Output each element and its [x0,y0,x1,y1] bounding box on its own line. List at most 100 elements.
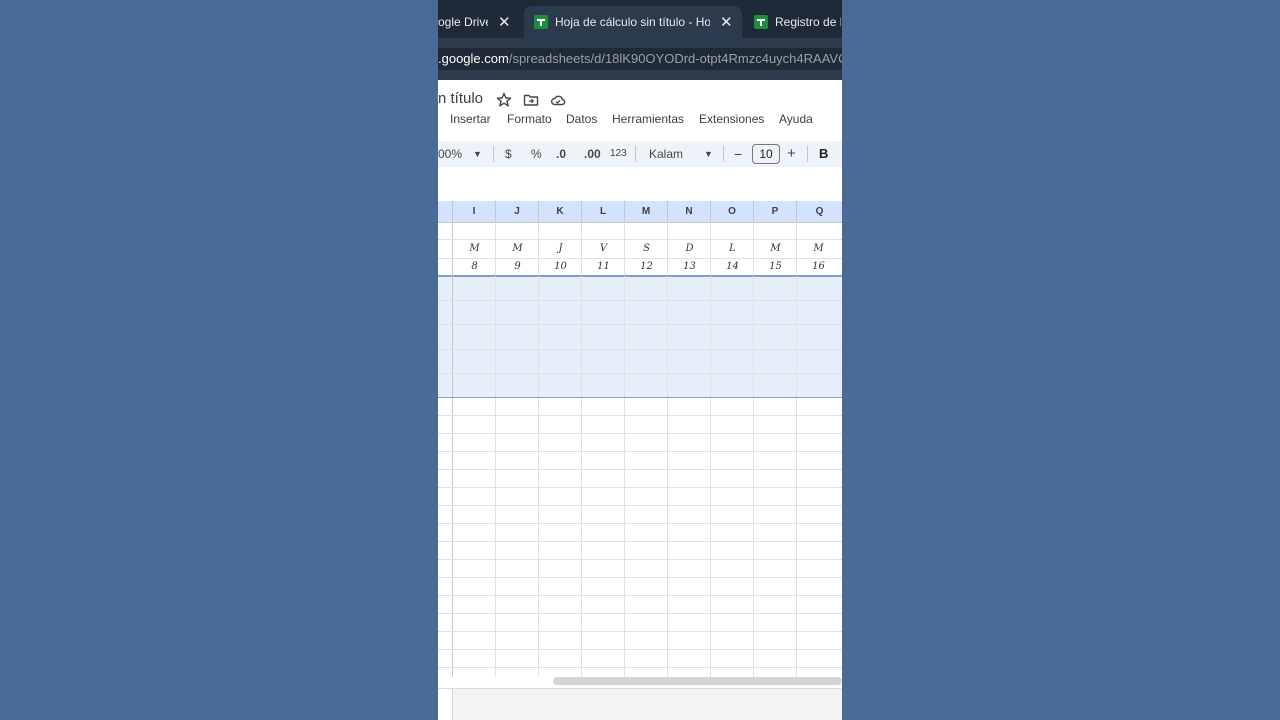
column-header-o[interactable]: O [711,201,754,222]
cell-day[interactable]: 13 [668,261,711,272]
toolbar-browser: .google.com/spreadsheets/d/18lK90OYODrd-… [438,38,842,80]
font-size-input[interactable]: 10 [752,144,780,164]
menu-insertar[interactable]: Insertar [450,112,491,126]
menu-formato[interactable]: Formato [507,112,552,126]
cell-weekday[interactable]: J [539,243,582,254]
gridline [438,349,842,350]
gridline [438,631,842,632]
gridline [438,559,842,560]
cell-weekday[interactable]: M [797,243,840,254]
column-header-j[interactable]: J [496,201,539,222]
font-family-select[interactable]: Kalam [649,141,683,167]
gridline [438,505,842,506]
increase-decimals-button[interactable]: .00 [584,141,601,167]
tab-untitled-spreadsheet[interactable]: Hoja de cálculo sin título - Hoja ✕ [524,6,742,38]
menu-herramientas[interactable]: Herramientas [612,112,684,126]
cell-day[interactable]: 16 [797,261,840,272]
column-header-k[interactable]: K [539,201,582,222]
gridline [438,324,842,325]
currency-format-button[interactable]: $ [505,141,512,167]
cell-weekday[interactable]: D [668,243,711,254]
toolbar-divider [635,146,636,162]
tab-registro[interactable]: Registro de h [754,6,842,38]
gridline [753,222,754,677]
menu-extensiones[interactable]: Extensiones [699,112,764,126]
column-header-p[interactable]: P [754,201,797,222]
gridline [438,487,842,488]
increase-font-size-button[interactable]: + [787,141,796,167]
cell-day[interactable]: 14 [711,261,754,272]
tab-strip: ogle Drive ✕ Hoja de cálculo sin título … [438,0,842,38]
gridline [438,433,842,434]
cell-weekday[interactable]: L [711,243,754,254]
move-to-folder-icon[interactable] [523,92,539,108]
tab-google-drive[interactable]: ogle Drive ✕ [438,6,524,38]
address-bar[interactable]: .google.com/spreadsheets/d/18lK90OYODrd-… [438,48,842,70]
url-path: /spreadsheets/d/18lK90OYODrd-otpt4Rmzc4u… [508,51,842,66]
close-icon[interactable]: ✕ [720,13,733,31]
toolbar-divider [807,146,808,162]
gridline [438,258,842,259]
menu-ayuda[interactable]: Ayuda [779,112,813,126]
add-sheet-area[interactable] [438,689,453,720]
selected-range[interactable] [438,276,842,398]
gridline [452,222,453,677]
chevron-down-icon[interactable]: ▼ [704,141,713,167]
gridline [438,595,842,596]
formula-bar[interactable] [438,172,842,200]
gridline [438,523,842,524]
horizontal-scrollbar[interactable] [553,677,842,685]
gridline [438,667,842,668]
chevron-down-icon[interactable]: ▼ [473,141,482,167]
cell-weekday[interactable]: S [625,243,668,254]
gridline [667,222,668,677]
column-header-n[interactable]: N [668,201,711,222]
browser-window: ogle Drive ✕ Hoja de cálculo sin título … [438,0,842,720]
column-header-m[interactable]: M [625,201,668,222]
menu-datos[interactable]: Datos [566,112,597,126]
zoom-select[interactable]: 00% [438,141,462,167]
gridline [438,397,842,398]
sheets-icon [534,15,548,29]
cloud-saved-icon[interactable] [550,92,566,108]
cell-day[interactable]: 12 [625,261,668,272]
gridline [438,300,842,301]
gridline [438,239,842,240]
tab-title: Hoja de cálculo sin título - Hoja [555,15,710,29]
gridline [438,373,842,374]
cell-weekday[interactable]: M [453,243,496,254]
column-header-l[interactable]: L [582,201,625,222]
column-header-i[interactable]: I [453,201,496,222]
cell-day[interactable]: 15 [754,261,797,272]
cell-day[interactable]: 9 [496,261,539,272]
toolbar-divider [723,146,724,162]
cell-weekday[interactable]: V [582,243,625,254]
star-icon[interactable] [496,92,512,108]
formatting-toolbar: 00% ▼ $ % .0 .00 123 Kalam ▼ − 10 + B [438,141,842,167]
number-format-button[interactable]: 123 [610,141,627,167]
gridline [710,222,711,677]
toolbar-divider [493,146,494,162]
document-title[interactable]: n título [438,90,483,107]
decrease-font-size-button[interactable]: − [734,141,742,167]
gridline [438,275,842,276]
gridline [438,469,842,470]
close-icon[interactable]: ✕ [498,13,511,31]
gridline [538,222,539,677]
cell-grid[interactable]: M M J V S D L M M 8 9 10 11 12 13 14 15 … [438,222,842,677]
cell-day[interactable]: 8 [453,261,496,272]
cell-weekday[interactable]: M [496,243,539,254]
gridline [438,613,842,614]
bold-button[interactable]: B [819,141,828,167]
percent-format-button[interactable]: % [531,141,542,167]
sheet-tabs-bar [438,688,842,720]
gridline [495,222,496,677]
gridline [438,541,842,542]
cell-weekday[interactable]: M [754,243,797,254]
column-header-q[interactable]: Q [797,201,842,222]
gridline [796,222,797,677]
row-header-corner[interactable] [438,201,453,222]
cell-day[interactable]: 11 [582,261,625,272]
decrease-decimals-button[interactable]: .0 [556,141,566,167]
cell-day[interactable]: 10 [539,261,582,272]
